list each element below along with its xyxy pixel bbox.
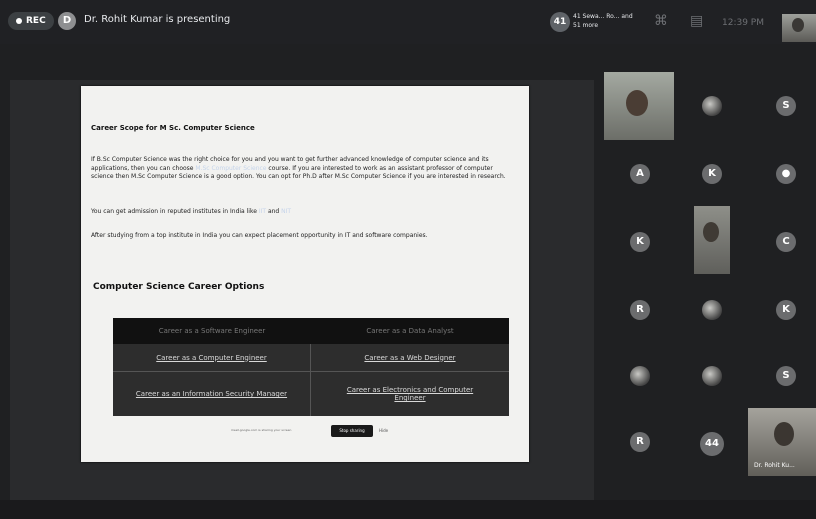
record-dot-icon <box>16 17 22 24</box>
para2-and: and <box>266 208 282 215</box>
stop-sharing-button[interactable]: Stop sharing <box>331 425 373 437</box>
self-view-thumbnail[interactable] <box>782 14 816 42</box>
career-option[interactable]: Career as a Data Analyst <box>311 318 509 344</box>
meeting-top-bar: REC D Dr. Rohit Kumar is presenting 41 4… <box>0 0 816 44</box>
participant-photo-avatar[interactable] <box>630 366 650 386</box>
participant-summary[interactable]: 41 Sewa... Ro... and 51 more <box>573 12 635 30</box>
participant-photo-avatar[interactable] <box>702 96 722 116</box>
participant-avatar[interactable]: C <box>776 232 796 252</box>
participant-avatar[interactable]: S <box>776 96 796 116</box>
participant-avatar[interactable]: K <box>630 232 650 252</box>
career-option[interactable]: Career as a Computer Engineer <box>113 344 311 372</box>
participant-face <box>703 222 719 242</box>
msc-link[interactable]: M.Sc Computer Science <box>195 165 266 172</box>
participant-face <box>626 90 648 116</box>
slide-paragraph-1: If B.Sc Computer Science was the right c… <box>91 156 511 182</box>
presenter-status: Dr. Rohit Kumar is presenting <box>84 14 231 25</box>
hide-share-bar-button[interactable]: Hide <box>379 428 388 433</box>
self-view-person <box>792 18 804 32</box>
career-options-grid: Career as a Software Engineer Career as … <box>113 318 509 416</box>
career-option[interactable]: Career as Electronics and Computer Engin… <box>311 372 509 416</box>
slide-paragraph-3: After studying from a top institute in I… <box>91 232 428 239</box>
para2-text: You can get admission in reputed institu… <box>91 208 259 215</box>
participant-avatar[interactable]: K <box>702 164 722 184</box>
presenter-video-label: Dr. Rohit Ku... <box>754 462 795 469</box>
slide-title: Career Scope for M Sc. Computer Science <box>91 124 255 132</box>
more-participants-count[interactable]: 44 <box>700 432 724 456</box>
captions-icon[interactable]: ⌘ <box>654 14 668 28</box>
participant-photo-avatar[interactable] <box>702 366 722 386</box>
section-title: Computer Science Career Options <box>93 282 265 292</box>
participant-avatar[interactable]: K <box>776 300 796 320</box>
participant-video[interactable] <box>604 72 674 140</box>
iit-link[interactable]: IIT <box>259 208 266 215</box>
slide-paragraph-2: You can get admission in reputed institu… <box>91 208 511 217</box>
career-option[interactable]: Career as an Information Security Manage… <box>113 372 311 416</box>
participant-avatar[interactable]: R <box>630 432 650 452</box>
bottom-bar <box>0 500 816 519</box>
participant-photo-avatar[interactable] <box>702 300 722 320</box>
presenter-avatar: D <box>58 12 76 30</box>
layout-icon[interactable]: ▤ <box>690 14 703 28</box>
participant-video[interactable] <box>694 206 730 274</box>
nit-link[interactable]: NIT <box>281 208 291 215</box>
share-notice: meet.google.com is sharing your screen <box>231 428 292 432</box>
participant-avatar[interactable]: A <box>630 164 650 184</box>
participant-avatar[interactable]: R <box>630 300 650 320</box>
shared-slide: Career Scope for M Sc. Computer Science … <box>81 86 529 462</box>
participant-avatar[interactable]: S <box>776 366 796 386</box>
presenter-face <box>774 422 794 446</box>
career-option[interactable]: Career as a Web Designer <box>311 344 509 372</box>
participant-count-badge[interactable]: 41 <box>550 12 570 32</box>
screen-share-bar: meet.google.com is sharing your screen S… <box>231 424 388 438</box>
meeting-clock: 12:39 PM <box>722 18 764 28</box>
career-option[interactable]: Career as a Software Engineer <box>113 318 311 344</box>
person-icon[interactable]: ● <box>776 164 796 184</box>
recording-badge: REC <box>8 12 54 30</box>
rec-label: REC <box>26 16 46 26</box>
